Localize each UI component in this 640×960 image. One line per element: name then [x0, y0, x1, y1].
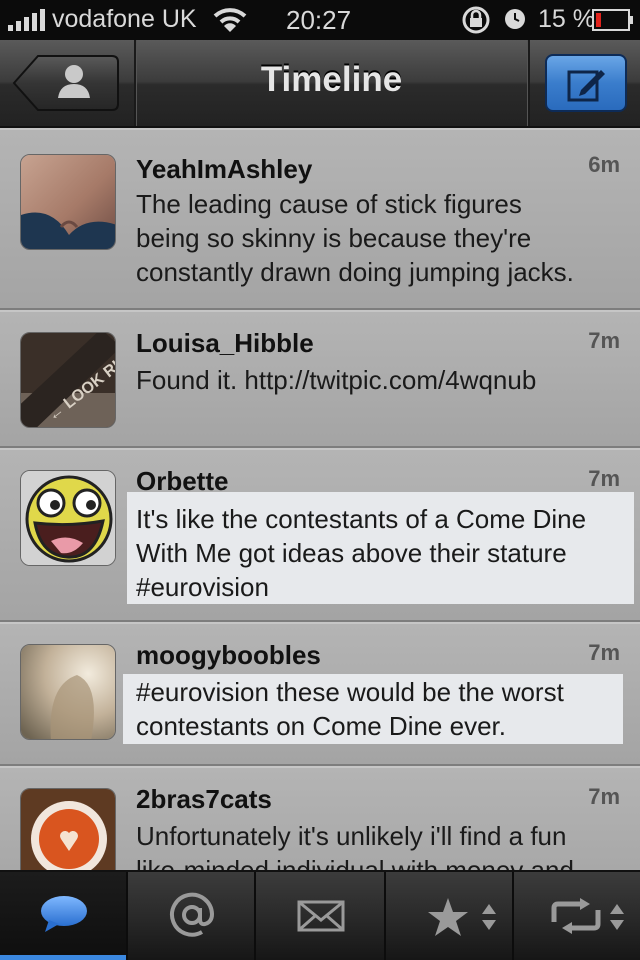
avatar[interactable]: [20, 154, 116, 250]
active-tab-indicator: [0, 955, 126, 960]
tweet-cell[interactable]: 2bras7cats 7m Unfortunately it's unlikel…: [0, 766, 640, 870]
dropdown-arrows-icon: [482, 904, 496, 930]
accounts-back-button[interactable]: [12, 54, 120, 112]
avatar[interactable]: [20, 470, 116, 566]
tab-mentions[interactable]: [128, 872, 256, 960]
tweet-text-line: The leading cause of stick figures: [136, 189, 522, 219]
tweet-cell[interactable]: Orbette 7m It's like the contestants of …: [0, 448, 640, 622]
avatar[interactable]: [20, 788, 116, 870]
tweet-username[interactable]: YeahImAshley: [136, 154, 312, 185]
tweet-cell[interactable]: moogyboobles 7m #eurovision these would …: [0, 622, 640, 766]
tweet-age: 6m: [588, 152, 620, 177]
compose-button[interactable]: [545, 54, 627, 112]
tab-bar: [0, 870, 640, 960]
tweet-text: #eurovision these would be the worst con…: [136, 675, 626, 743]
tweet-text-line: Found it. http://twitpic.com/4wqnub: [136, 365, 537, 395]
tweet-text-line: constantly drawn doing jumping jacks.: [136, 257, 574, 287]
star-icon: [428, 898, 468, 936]
tweet-text: Unfortunately it's unlikely i'll find a …: [136, 819, 626, 870]
signal-strength-icon: [8, 9, 45, 31]
tweet-text-line: #eurovision: [136, 572, 269, 602]
wifi-icon: [213, 8, 247, 32]
tab-messages[interactable]: [256, 872, 386, 960]
tweet-text-line: being so skinny is because they're: [136, 223, 532, 253]
tweet-text-line: contestants on Come Dine ever.: [136, 711, 506, 741]
avatar[interactable]: ← LOOK RIGH: [20, 332, 116, 428]
envelope-icon: [297, 900, 345, 932]
tweet-text-line: With Me got ideas above their stature: [136, 538, 567, 568]
tab-favorites[interactable]: [386, 872, 514, 960]
tweet-username[interactable]: moogyboobles: [136, 640, 321, 671]
status-bar: vodafone UK 20:27 15 %: [0, 0, 640, 40]
tweet-text-line: like-minded individual with money and: [136, 855, 574, 870]
tweet-cell[interactable]: ← LOOK RIGH Louisa_Hibble 7m Found it. h…: [0, 310, 640, 448]
tweet-text: The leading cause of stick figures being…: [136, 187, 626, 289]
tab-retweets[interactable]: [514, 872, 640, 960]
timeline-list[interactable]: YeahImAshley 6m The leading cause of sti…: [0, 128, 640, 870]
tweet-age: 7m: [588, 784, 620, 809]
tweet-username[interactable]: Orbette: [136, 466, 228, 497]
retweet-icon: [551, 898, 601, 934]
tweet-username[interactable]: 2bras7cats: [136, 784, 272, 815]
tweet-cell[interactable]: YeahImAshley 6m The leading cause of sti…: [0, 128, 640, 310]
tweet-age: 7m: [588, 640, 620, 665]
speech-bubble-icon: [41, 896, 87, 932]
tweet-text-line: #eurovision these would be the worst: [136, 677, 564, 707]
tweet-text-line: It's like the contestants of a Come Dine: [136, 504, 587, 534]
rotation-lock-icon: [462, 6, 490, 34]
compose-icon: [567, 70, 605, 102]
at-sign-icon: [170, 892, 215, 937]
tweet-text: Found it. http://twitpic.com/4wqnub: [136, 363, 626, 397]
alarm-clock-icon: [505, 9, 525, 29]
status-time: 20:27: [286, 5, 352, 35]
dropdown-arrows-icon: [610, 904, 624, 930]
tweet-age: 7m: [588, 328, 620, 353]
battery-percentage: 15 %: [538, 5, 595, 33]
page-title: Timeline: [260, 60, 403, 99]
nav-divider-right: [527, 40, 530, 126]
tweet-text: It's like the contestants of a Come Dine…: [136, 502, 626, 604]
avatar[interactable]: [20, 644, 116, 740]
tab-timeline[interactable]: [0, 872, 128, 960]
tweet-age: 7m: [588, 466, 620, 491]
carrier-name: vodafone UK: [52, 5, 197, 33]
nav-bar: Timeline: [0, 40, 640, 128]
tweet-username[interactable]: Louisa_Hibble: [136, 328, 314, 359]
battery-icon: [592, 9, 633, 31]
tweet-text-line: Unfortunately it's unlikely i'll find a …: [136, 821, 567, 851]
